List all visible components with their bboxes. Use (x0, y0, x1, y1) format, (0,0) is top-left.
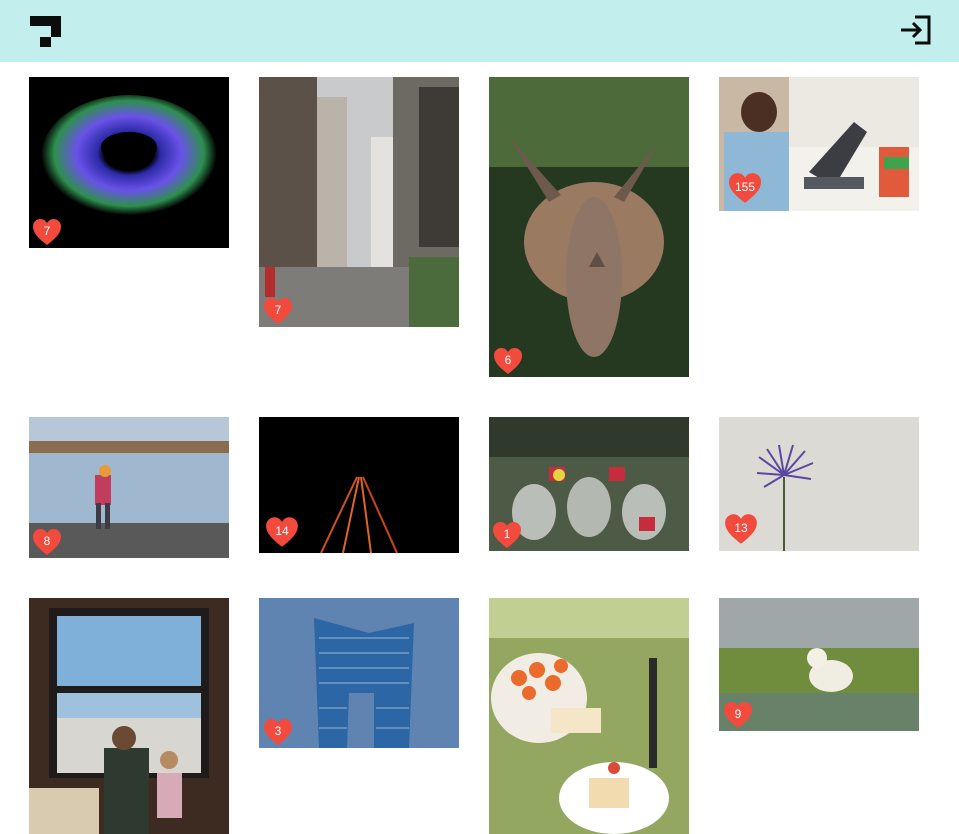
like-count: 8 (43, 533, 51, 548)
brand-logo-icon[interactable] (30, 16, 61, 47)
like-badge[interactable]: 13 (724, 513, 758, 545)
photo-card-city-street[interactable]: 7 (259, 77, 459, 327)
like-badge[interactable]: 6 (493, 347, 523, 375)
like-count: 13 (734, 520, 748, 535)
photo-card-purple-flower[interactable]: 13 (719, 417, 919, 551)
like-badge[interactable]: 7 (263, 297, 293, 325)
like-badge[interactable]: 8 (32, 528, 62, 556)
photo-card-polar-bear[interactable]: 9 (719, 598, 919, 731)
photo-card-fruit-cake-picnic[interactable] (489, 598, 689, 834)
like-badge[interactable]: 14 (265, 516, 299, 548)
like-badge[interactable]: 155 (726, 172, 764, 204)
like-badge[interactable]: 9 (723, 701, 753, 729)
like-badge[interactable]: 1 (492, 521, 522, 549)
photo-card-highway-light-trails[interactable]: 14 (259, 417, 459, 553)
photo-card-window-view-family[interactable] (29, 598, 229, 834)
like-count: 14 (275, 523, 289, 538)
photo-card-shrine-statues[interactable]: 1 (489, 417, 689, 551)
top-bar (0, 0, 959, 62)
like-count: 9 (734, 706, 742, 721)
photo-card-abstract-blue-swirl[interactable]: 7 (29, 77, 229, 248)
like-count: 1 (503, 526, 511, 541)
like-count: 7 (274, 302, 282, 317)
photo-card-triceratops-sculpture[interactable]: 6 (489, 77, 689, 377)
like-badge[interactable]: 3 (263, 718, 293, 746)
like-count: 6 (504, 352, 512, 367)
like-count: 3 (274, 723, 282, 738)
photo-card-video-call-laptop[interactable]: 155 (719, 77, 919, 211)
like-count: 7 (43, 223, 51, 238)
login-icon[interactable] (898, 12, 934, 48)
photo-card-blue-building[interactable]: 3 (259, 598, 459, 748)
photo-card-hiker-by-lake[interactable]: 8 (29, 417, 229, 558)
like-count: 155 (734, 179, 756, 194)
like-badge[interactable]: 7 (32, 218, 62, 246)
